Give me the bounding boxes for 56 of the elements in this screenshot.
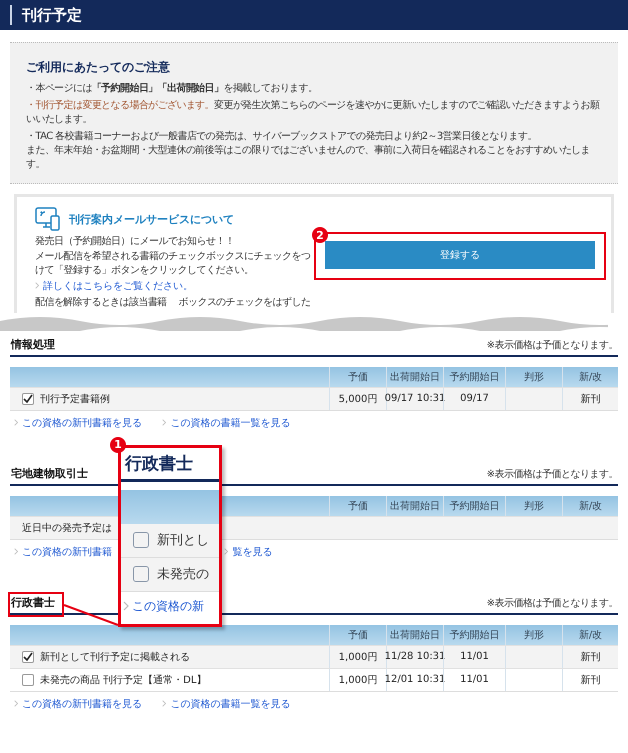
table-cell: 新刊 — [562, 668, 618, 690]
register-button[interactable]: 登録する — [325, 241, 595, 269]
mail-service-text: 配信を解除するときは該当書籍 — [35, 296, 167, 308]
notice-text: ・本ページには「予約開始日」「出荷開始日」を掲載しております。 — [26, 82, 318, 96]
book-list-link[interactable]: この資格の新刊書籍を見る — [22, 696, 142, 710]
chevron-icon — [14, 548, 18, 555]
book-title: 未発売の — [157, 566, 209, 583]
table-cell: 新刊 — [562, 388, 618, 410]
chevron-icon — [162, 419, 166, 426]
price-note: ※表示価格は予価となります。 — [486, 338, 618, 352]
book-list-link[interactable]: この資格の書籍一覧を見る — [170, 696, 290, 710]
checkbox[interactable] — [133, 532, 149, 548]
section-title: 宅地建物取引士 — [10, 466, 88, 480]
chevron-icon — [224, 548, 228, 555]
section-title: 情報処理 — [10, 336, 55, 352]
notice-text: ・刊行予定は変更となる場合がございます。変更が発生次第こちらのページを速やかに更新いたしますのでご確認いただきますようお願いいたします。 — [26, 99, 601, 127]
section-title: 行政書士 — [10, 594, 55, 610]
chevron-icon — [123, 601, 129, 611]
price-note: ※表示価格は予価となります。 — [486, 596, 618, 610]
step-badge: 2 — [312, 227, 328, 243]
table-cell: 09/17 10:31 — [386, 388, 443, 410]
table-cell-text: 近日中の発売予定は — [22, 522, 112, 534]
mail-service-title: 刊行案内メールサービスについて — [69, 212, 234, 226]
table-cell: 1,000円 — [329, 668, 386, 690]
highlight-frame — [8, 592, 64, 616]
checkbox[interactable] — [133, 566, 149, 582]
book-list-link[interactable]: この資格の新刊書籍を見る — [22, 416, 142, 430]
book-list-link[interactable]: この資格の書籍一覧を見る — [170, 416, 290, 430]
page-title: 刊行予定 — [22, 6, 82, 24]
table-cell: 12/01 10:31 — [386, 668, 443, 690]
checkbox[interactable] — [22, 650, 34, 662]
book-list-link[interactable]: この資格の新 — [132, 598, 204, 614]
monitor-phone-icon — [35, 207, 61, 231]
checkbox[interactable] — [22, 392, 34, 404]
notice-text: ・TAC 各校書籍コーナーおよび一般書店での発売は、サイバーブックストアでの発売日より約2～3営業日後となります。 また、年末年始・お盆期間・大型連休の前後等はこの限りではございませんので、事前に入荷日を確認されることをおすすめいたします。 — [26, 130, 592, 172]
mail-service-text: ボックスのチェックをはずした — [178, 296, 310, 308]
table-cell: 11/01 — [443, 668, 505, 690]
step-badge: 1 — [110, 436, 126, 452]
mail-service-text: メール配信を希望される書籍のチェックボックスにチェックをつけて「登録する」ボタンをクリックしてください。 — [35, 250, 311, 278]
details-link[interactable]: 詳しくはこちらをご覧ください。 — [43, 278, 194, 292]
table-cell: 09/17 — [443, 388, 505, 410]
chevron-icon — [162, 700, 166, 707]
chevron-icon — [35, 282, 40, 289]
price-note: ※表示価格は予価となります。 — [486, 468, 618, 480]
table-cell: 5,000円 — [329, 388, 386, 410]
chevron-icon — [14, 700, 18, 707]
checkbox[interactable] — [22, 674, 34, 686]
chevron-icon — [14, 419, 18, 426]
book-title: 新刊として刊行予定に掲載される — [40, 650, 190, 664]
book-list-link[interactable]: 覧を見る — [232, 544, 272, 558]
book-title: 未発売の商品 刊行予定【通常・DL】 — [40, 674, 206, 686]
notice-title: ご利用にあたってのご注意 — [26, 59, 171, 76]
book-title: 刊行予定書籍例 — [40, 392, 110, 406]
book-title: 新刊とし — [157, 532, 209, 549]
mail-service-text: 発売日（予約開始日）にメールでお知らせ！！ — [35, 235, 236, 249]
book-list-link[interactable]: この資格の新刊書籍 — [22, 544, 112, 558]
